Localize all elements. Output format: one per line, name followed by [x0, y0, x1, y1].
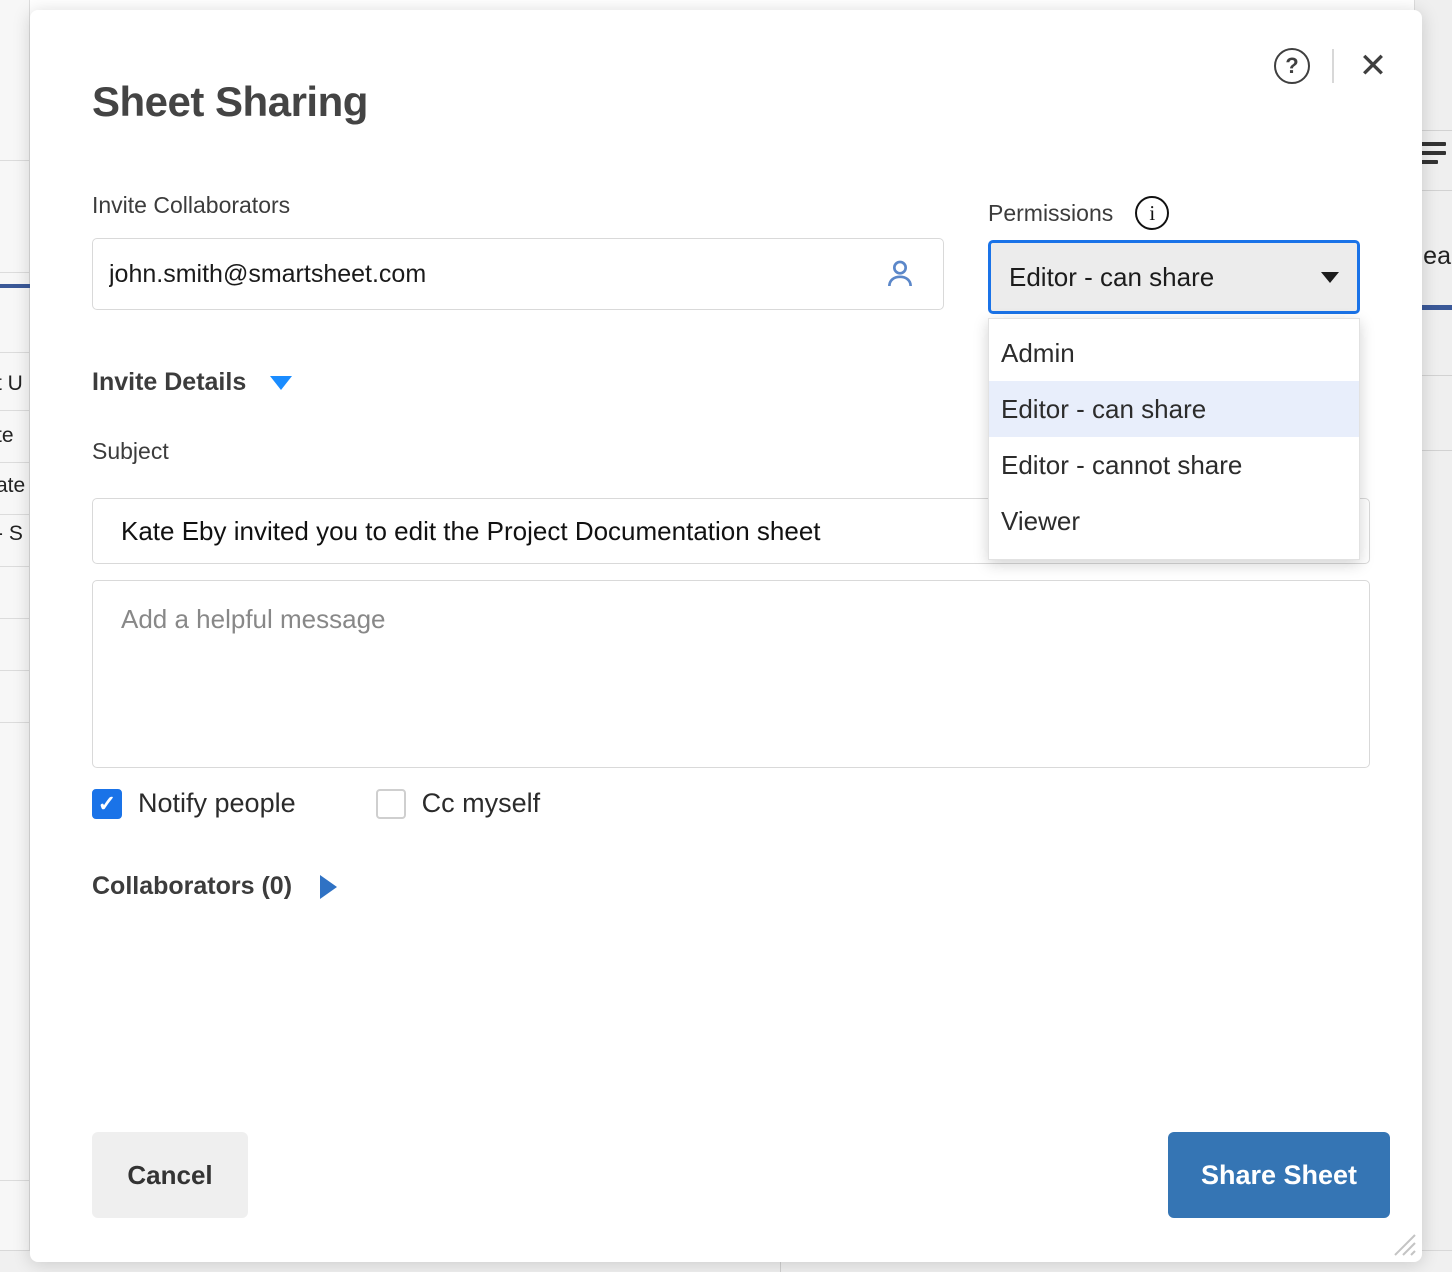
invite-details-label: Invite Details	[92, 368, 246, 397]
permissions-selected-value: Editor - can share	[1009, 262, 1321, 293]
background-cell-text: - S	[0, 522, 23, 546]
collaborators-label: Collaborators (0)	[92, 872, 292, 901]
invite-collaborators-label: Invite Collaborators	[92, 192, 290, 219]
permissions-option-editor-can-share[interactable]: Editor - can share	[989, 381, 1359, 437]
sheet-sharing-dialog: ? ✕ Sheet Sharing Invite Collaborators P…	[30, 10, 1422, 1262]
background-cell-text: te	[0, 424, 14, 448]
background-grid-line	[0, 1180, 30, 1181]
background-selected-row	[0, 284, 30, 288]
hamburger-icon[interactable]	[1420, 142, 1446, 169]
background-grid-line	[0, 272, 30, 273]
permissions-option-admin[interactable]: Admin	[989, 325, 1359, 381]
background-grid-line	[0, 722, 30, 723]
invite-details-toggle[interactable]: Invite Details	[92, 368, 292, 397]
permissions-select[interactable]: Editor - can share	[988, 240, 1360, 314]
resize-grip-icon[interactable]	[1386, 1226, 1416, 1256]
cancel-button[interactable]: Cancel	[92, 1132, 248, 1218]
permissions-option-editor-cannot-share[interactable]: Editor - cannot share	[989, 437, 1359, 493]
background-cell-text: t U	[0, 372, 23, 396]
background-grid-line	[0, 352, 30, 353]
notify-people-checkbox[interactable]: ✓ Notify people	[92, 788, 296, 819]
header-divider	[1332, 49, 1334, 83]
checkbox-unchecked-icon[interactable]	[376, 789, 406, 819]
background-cell-text: ate	[0, 474, 25, 498]
permissions-option-viewer[interactable]: Viewer	[989, 493, 1359, 549]
invite-email-input[interactable]	[93, 260, 883, 289]
permissions-label-row: Permissions i	[988, 196, 1169, 230]
triangle-right-icon[interactable]	[320, 875, 337, 899]
hamburger-line	[1420, 142, 1446, 146]
collaborators-toggle[interactable]: Collaborators (0)	[92, 872, 337, 901]
background-grid-line	[0, 160, 30, 161]
chevron-down-icon	[1321, 272, 1339, 283]
invite-email-field-wrapper[interactable]	[92, 238, 944, 310]
permissions-dropdown-list[interactable]: Admin Editor - can share Editor - cannot…	[988, 318, 1360, 560]
share-sheet-button[interactable]: Share Sheet	[1168, 1132, 1390, 1218]
notification-options: ✓ Notify people Cc myself	[92, 788, 540, 819]
info-circle-icon[interactable]: i	[1135, 196, 1169, 230]
cc-myself-checkbox[interactable]: Cc myself	[376, 788, 541, 819]
notify-people-label: Notify people	[138, 788, 296, 819]
person-icon[interactable]	[883, 257, 917, 291]
permissions-label: Permissions	[988, 200, 1113, 227]
checkbox-checked-icon[interactable]: ✓	[92, 789, 122, 819]
check-mark-icon: ✓	[98, 793, 116, 815]
background-grid-line	[0, 670, 30, 671]
background-left-column	[0, 0, 30, 1250]
cc-myself-label: Cc myself	[422, 788, 541, 819]
help-circle-icon[interactable]: ?	[1274, 48, 1310, 84]
background-grid-line	[0, 566, 30, 567]
background-grid-line	[0, 618, 30, 619]
message-textarea[interactable]	[92, 580, 1370, 768]
background-grid-line	[0, 462, 30, 463]
background-grid-line	[0, 410, 30, 411]
page-title: Sheet Sharing	[92, 78, 368, 126]
hamburger-line	[1420, 151, 1446, 155]
hamburger-line	[1420, 160, 1438, 164]
background-grid-line	[0, 514, 30, 515]
close-icon[interactable]: ✕	[1356, 49, 1390, 83]
dialog-header-actions: ? ✕	[1274, 48, 1390, 84]
subject-label: Subject	[92, 438, 169, 465]
triangle-down-icon[interactable]	[270, 376, 292, 390]
background-cell-text: lea	[1418, 242, 1451, 271]
